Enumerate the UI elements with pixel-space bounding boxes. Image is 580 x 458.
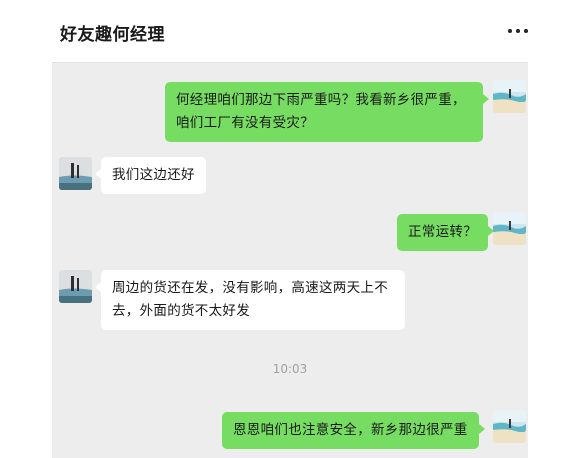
message-line: 恩恩咱们也注意安全，新乡那边很严重 <box>233 422 468 438</box>
contact-message-bubble[interactable]: 我们这边还好 <box>95 157 206 194</box>
my-avatar[interactable] <box>493 410 526 443</box>
contact-message-bubble[interactable]: 周边的货还在发，没有影响，高速这两天上不 去，外面的货不太好发 <box>95 270 405 330</box>
my-avatar[interactable] <box>493 212 526 245</box>
message-line: 去，外面的货不太好发 <box>112 303 250 319</box>
message-line: 我们这边还好 <box>112 167 195 183</box>
chat-header: 好友趣何经理 <box>0 0 580 62</box>
my-message-bubble[interactable]: 正常运转？ <box>397 214 494 251</box>
contact-avatar[interactable] <box>59 270 92 303</box>
my-message-bubble[interactable]: 恩恩咱们也注意安全，新乡那边很严重 <box>222 412 485 449</box>
message-line: 咱们工厂有没有受灾？ <box>176 115 314 131</box>
chat-area[interactable]: 何经理咱们那边下雨严重吗？我看新乡很严重， 咱们工厂有没有受灾？ 我们这边还好 … <box>52 63 528 458</box>
contact-avatar[interactable] <box>59 157 92 190</box>
my-message-bubble[interactable]: 何经理咱们那边下雨严重吗？我看新乡很严重， 咱们工厂有没有受灾？ <box>165 82 489 142</box>
message-timestamp: 10:03 <box>272 362 308 376</box>
my-avatar[interactable] <box>493 80 526 113</box>
message-line: 周边的货还在发，没有影响，高速这两天上不 <box>112 280 388 296</box>
more-dots-icon[interactable] <box>508 27 528 35</box>
chat-title: 好友趣何经理 <box>60 25 165 45</box>
message-line: 何经理咱们那边下雨严重吗？我看新乡很严重， <box>176 92 466 108</box>
message-line: 正常运转？ <box>408 224 477 240</box>
